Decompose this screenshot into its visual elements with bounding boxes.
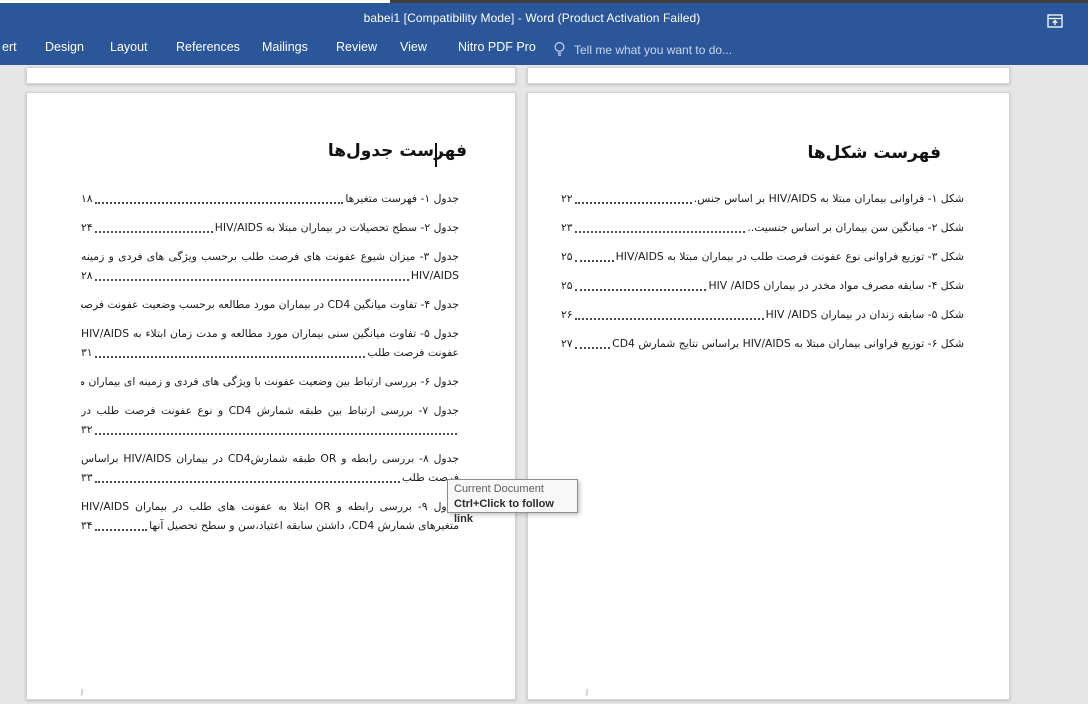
toc-leader-dots (95, 481, 400, 483)
toc-page-number: ۲۲ (561, 189, 573, 208)
toc-entry-text: شکل ۶- توزیع فراوانی بیماران مبتلا به HI… (612, 334, 964, 353)
toc-leader-dots (95, 529, 148, 531)
toc-entry-text: شکل ۳- توزیع فراوانی نوع عفونت فرصت طلب … (616, 247, 964, 266)
ribbon-tab-layout[interactable]: Layout (110, 40, 148, 54)
hyperlink-tooltip: Current Document Ctrl+Click to follow li… (447, 479, 578, 513)
previous-page-bottom-left[interactable] (26, 67, 516, 84)
toc-entry-text: جدول ۷- بررسی ارتباط بین طبقه شمارش CD4 … (81, 401, 459, 420)
toc-entry-text: جدول ۱- فهرست متغیرها (345, 189, 459, 208)
toc-entry-text: HIV/AIDS (411, 266, 459, 285)
tooltip-instruction: Ctrl+Click to follow link (454, 497, 571, 527)
toc-page-number: ۲۵ (561, 276, 573, 295)
toc-entry[interactable]: شکل ۱- فراوانی بیماران مبتلا به HIV/AIDS… (561, 189, 964, 208)
toc-entry[interactable]: جدول ۹- بررسی رابطه و OR ابتلا به عفونت … (81, 497, 459, 535)
toc-page-number: ۲۷ (561, 334, 573, 353)
toc-entry-text: جدول ۵- تفاوت میانگین سنی بیماران مورد م… (81, 324, 459, 343)
toc-entry-text: جدول ۸- بررسی رابطه و OR طبقه شمارشCD4 د… (81, 449, 459, 468)
footer-mark (81, 689, 87, 697)
tables-heading[interactable]: فهرست جدول‌ها (328, 141, 467, 161)
toc-leader-dots (575, 347, 611, 349)
toc-leader-dots (95, 433, 457, 435)
ribbon-display-options-icon[interactable] (1046, 12, 1064, 30)
toc-leader-dots (95, 279, 409, 281)
title-bar: babei1 [Compatibility Mode] - Word (Prod… (0, 3, 1088, 33)
toc-entry[interactable]: جدول ۸- بررسی رابطه و OR طبقه شمارشCD4 د… (81, 449, 459, 487)
toc-entry[interactable]: جدول ۵- تفاوت میانگین سنی بیماران مورد م… (81, 324, 459, 362)
toc-entry[interactable]: شکل ۳- توزیع فراوانی نوع عفونت فرصت طلب … (561, 247, 964, 266)
ribbon-tab-ert[interactable]: ert (2, 40, 17, 54)
toc-entry[interactable]: جدول ۲- سطح تحصیلات در بیماران مبتلا به … (81, 218, 459, 237)
lightbulb-icon (553, 41, 566, 59)
window-edge-dark (390, 0, 1088, 3)
toc-page-number: ۲۳ (561, 218, 573, 237)
ribbon: babei1 [Compatibility Mode] - Word (Prod… (0, 0, 1088, 65)
toc-entry-text: جدول ۲- سطح تحصیلات در بیماران مبتلا به … (215, 218, 459, 237)
previous-page-bottom-right[interactable] (527, 67, 1010, 84)
toc-entry[interactable]: جدول ۴- تفاوت میانگین CD4 در بیماران مور… (81, 295, 459, 314)
ribbon-tab-design[interactable]: Design (45, 40, 84, 54)
toc-entry-text: شکل ۲- میانگین سن بیماران بر اساس جنسیت.… (747, 218, 964, 237)
toc-entry[interactable]: شکل ۵- سابقه زندان در بیماران HIV /AIDS ۲… (561, 305, 964, 324)
text-cursor (435, 143, 437, 167)
toc-page-number: ۱۸ (81, 189, 93, 208)
ribbon-tab-references[interactable]: References (176, 40, 240, 54)
toc-entry-text: متغیرهای شمارش CD4، داشتن سابقه اعتیاد،س… (149, 516, 459, 535)
tell-me-label: Tell me what you want to do... (574, 43, 732, 57)
word-window: babei1 [Compatibility Mode] - Word (Prod… (0, 0, 1088, 704)
toc-leader-dots (575, 260, 614, 262)
ribbon-tabs-row: Nitro PDF Pro View Review Mailings Reference… (0, 33, 1088, 65)
figures-toc-list: شکل ۱- فراوانی بیماران مبتلا به HIV/AIDS… (561, 189, 964, 363)
toc-page-number: ۲۴ (81, 218, 93, 237)
window-title: babei1 [Compatibility Mode] - Word (Prod… (0, 11, 1088, 25)
toc-leader-dots (575, 289, 707, 291)
toc-entry[interactable]: جدول ۶- بررسی ارتباط بین وضعیت عفونت با … (81, 372, 459, 391)
toc-entry[interactable]: شکل ۴- سابقه مصرف مواد مخدر در بیماران H… (561, 276, 964, 295)
ribbon-tab-mailings[interactable]: Mailings (262, 40, 308, 54)
toc-entry-text: عفونت فرصت طلب (367, 343, 459, 362)
toc-page-number: ۲۸ (81, 266, 93, 285)
document-canvas: فهرست جدول‌ها جدول ۱- فهرست متغیرها۱۸جدو… (0, 65, 1088, 704)
toc-leader-dots (575, 202, 692, 204)
footer-mark (586, 689, 592, 697)
toc-page-number: ۳۲ (81, 420, 93, 439)
toc-leader-dots (95, 202, 344, 204)
figures-heading[interactable]: فهرست شکل‌ها (807, 143, 941, 163)
ribbon-tab-view[interactable]: View (400, 40, 427, 54)
toc-entry-text: جدول ۹- بررسی رابطه و OR ابتلا به عفونت … (81, 497, 459, 516)
toc-entry-text: شکل ۵- سابقه زندان در بیماران HIV /AIDS (766, 305, 964, 324)
tables-toc-list: جدول ۱- فهرست متغیرها ۱۸ جدول ۲- سطح تحصیل… (81, 189, 459, 545)
toc-leader-dots (95, 356, 366, 358)
tooltip-target: Current Document (454, 482, 571, 497)
toc-page-number: ۲۵ (561, 247, 573, 266)
toc-page-number: ۳۱ (81, 343, 93, 362)
page-list-of-tables[interactable]: فهرست جدول‌ها جدول ۱- فهرست متغیرها۱۸جدو… (26, 92, 516, 700)
toc-entry[interactable]: شکل ۶- توزیع فراوانی بیماران مبتلا به HI… (561, 334, 964, 353)
toc-entry-text: جدول ۳- میزان شیوع عفونت های فرصت طلب بر… (81, 247, 459, 266)
window-edge-light (0, 0, 390, 3)
toc-page-number: ۳۴ (81, 516, 93, 535)
toc-entry-text: شکل ۱- فراوانی بیماران مبتلا به HIV/AIDS… (694, 189, 964, 208)
toc-entry[interactable]: جدول ۳- میزان شیوع عفونت های فرصت طلب بر… (81, 247, 459, 285)
toc-entry-text: شکل ۴- سابقه مصرف مواد مخدر در بیماران H… (708, 276, 964, 295)
toc-leader-dots (575, 231, 746, 233)
toc-entry[interactable]: جدول ۷- بررسی ارتباط بین طبقه شمارش CD4 … (81, 401, 459, 439)
toc-entry[interactable]: جدول ۱- فهرست متغیرها ۱۸ (81, 189, 459, 208)
ribbon-tab-review[interactable]: Review (336, 40, 377, 54)
toc-page-number: ۲۶ (561, 305, 573, 324)
toc-leader-dots (95, 231, 213, 233)
tell-me-box[interactable]: Tell me what you want to do... (553, 39, 732, 61)
ribbon-tab-nitro-pdf-pro[interactable]: Nitro PDF Pro (458, 40, 536, 54)
page-list-of-figures[interactable]: فهرست شکل‌ها شکل ۱- فراوانی بیماران مبتل… (527, 92, 1010, 700)
toc-entry[interactable]: شکل ۲- میانگین سن بیماران بر اساس جنسیت.… (561, 218, 964, 237)
toc-entry-text: جدول ۴- تفاوت میانگین CD4 در بیماران مور… (81, 295, 459, 314)
toc-page-number: ۳۳ (81, 468, 93, 487)
toc-leader-dots (575, 318, 764, 320)
toc-entry-text: جدول ۶- بررسی ارتباط بین وضعیت عفونت با … (81, 372, 459, 391)
